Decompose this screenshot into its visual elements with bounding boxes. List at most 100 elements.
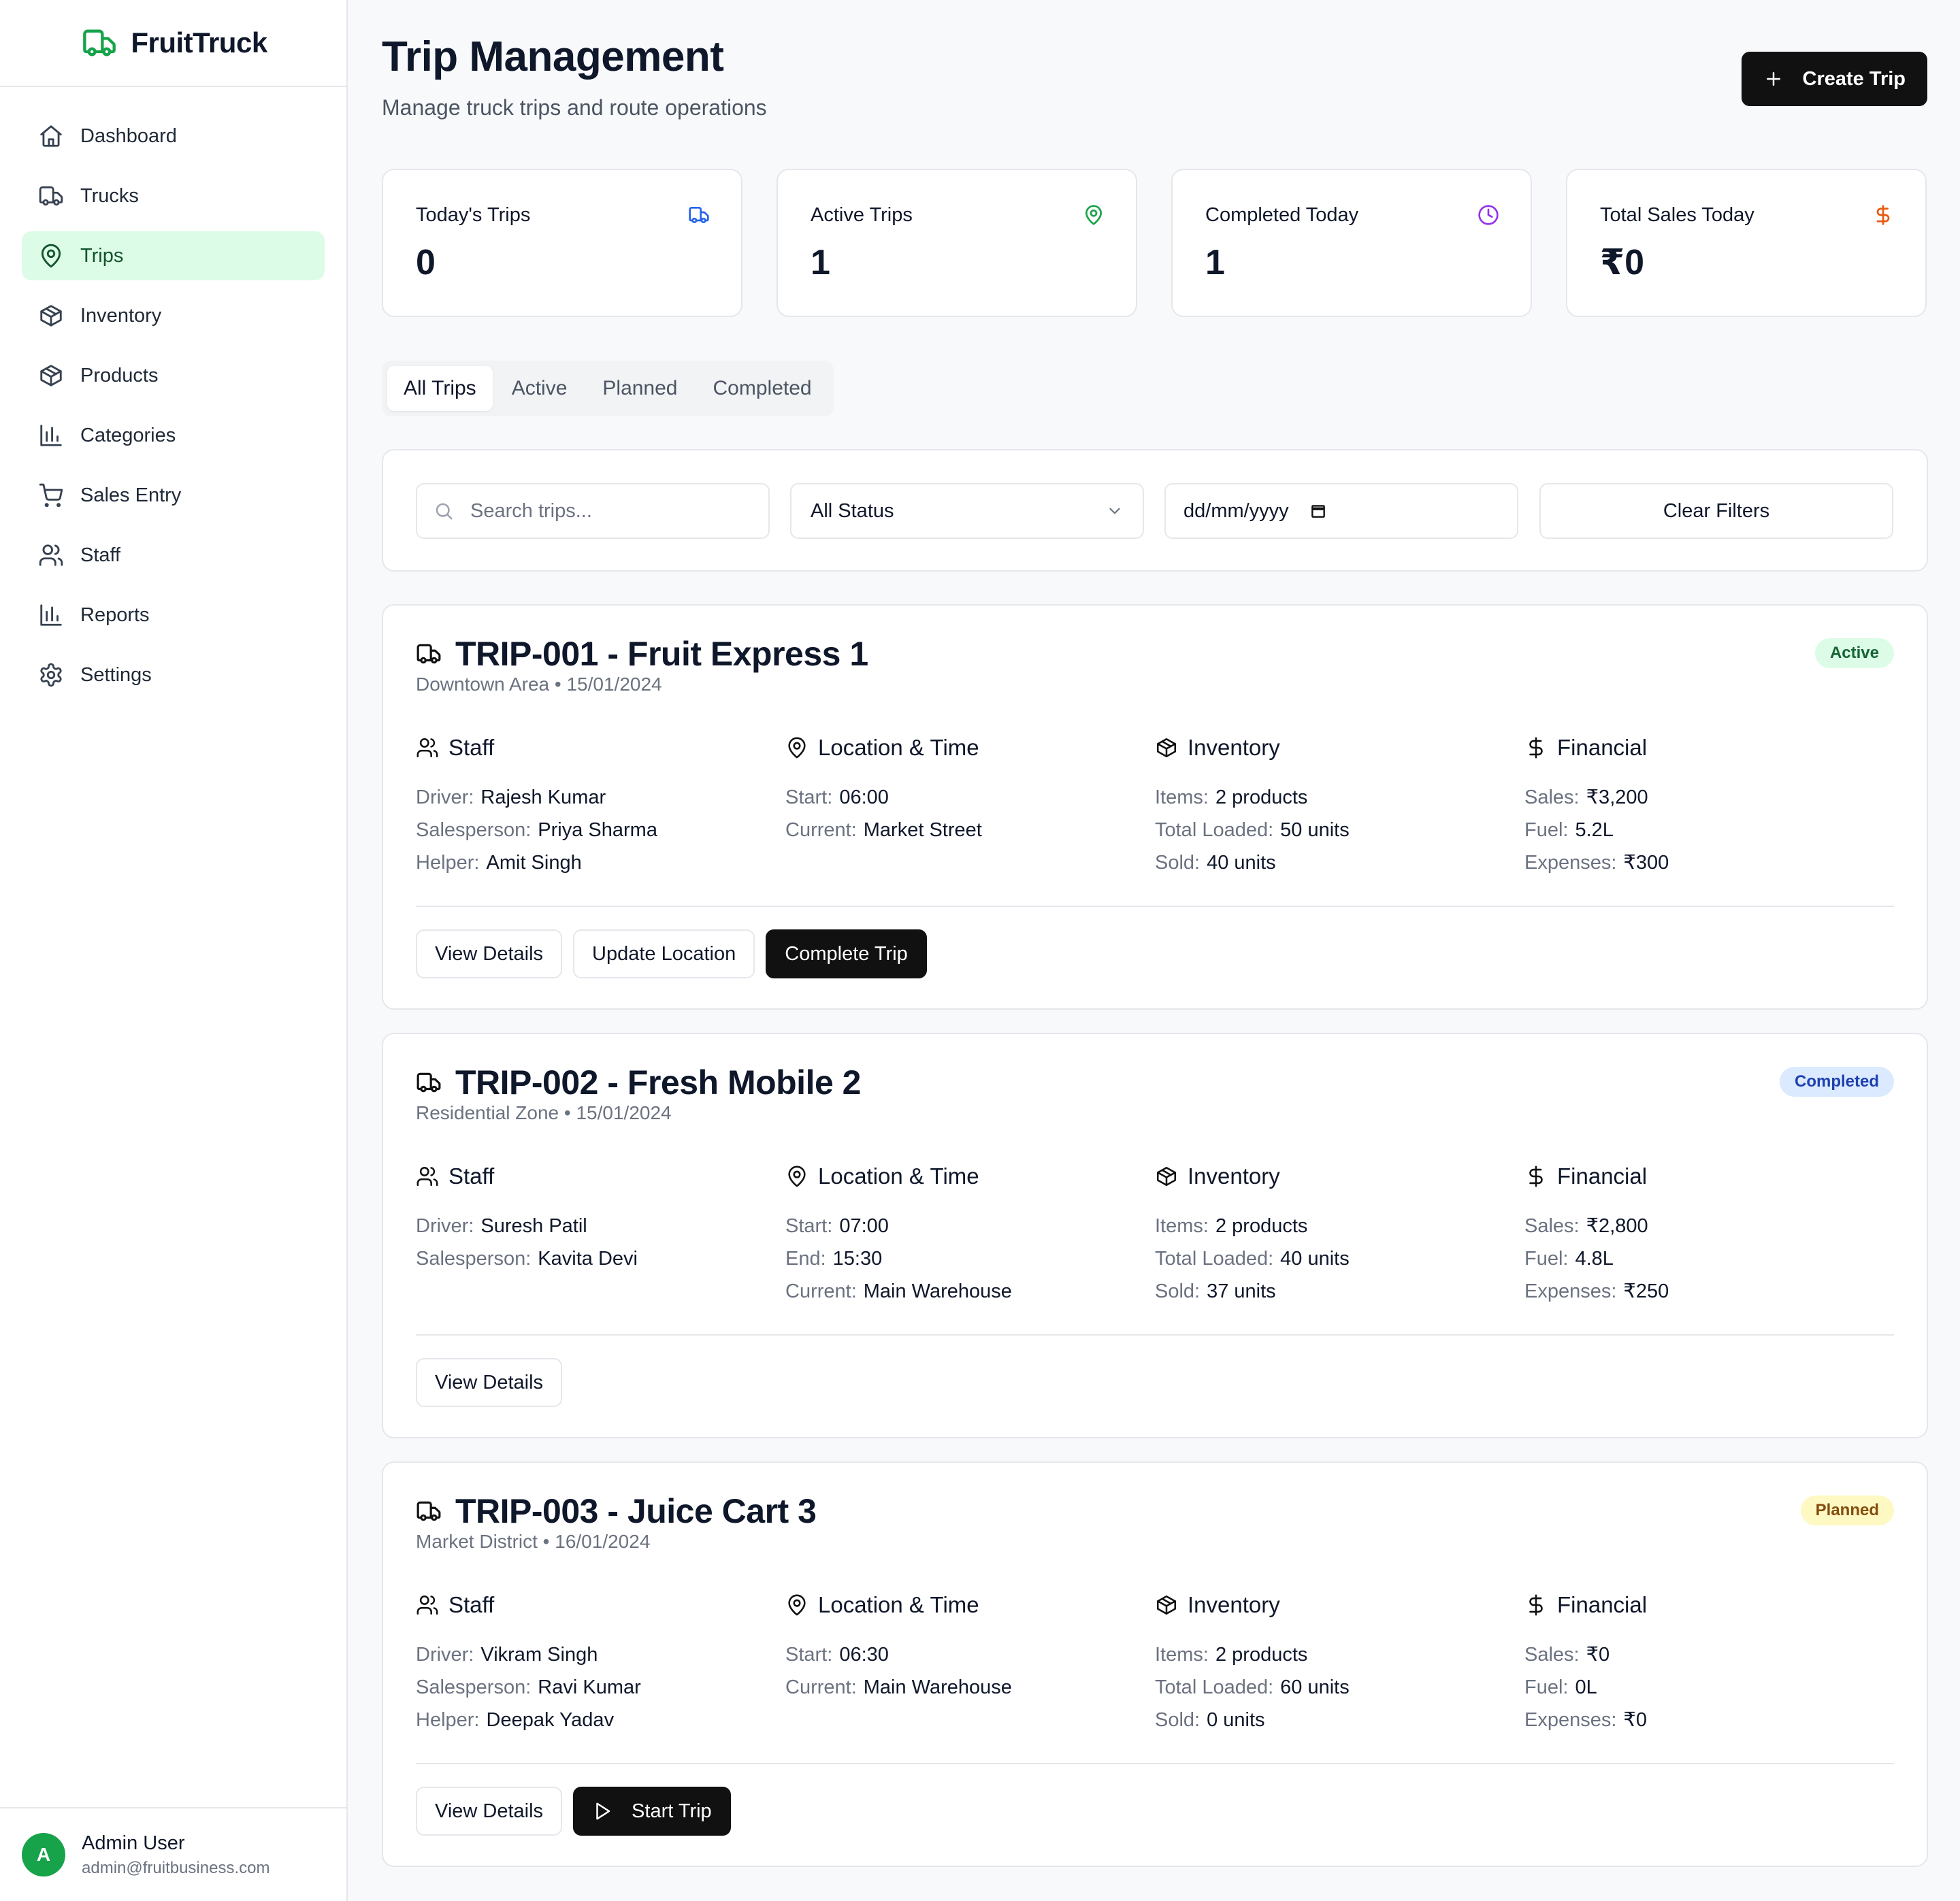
truck-icon — [416, 1070, 442, 1095]
section-title: Financial — [1557, 735, 1648, 760]
detail-value: Deepak Yadav — [486, 1709, 615, 1731]
detail-value: Market Street — [863, 819, 982, 841]
tab-active[interactable]: Active — [495, 366, 584, 411]
detail-key: Driver: — [416, 1644, 474, 1666]
date-input[interactable]: dd/mm/yyyy — [1164, 483, 1518, 539]
trip-title[interactable]: TRIP-002 - Fresh Mobile 2 — [455, 1063, 861, 1102]
stat-card-total-sales-today: Total Sales Today ₹0 — [1566, 169, 1927, 317]
detail-row: Total Loaded: 50 units — [1155, 814, 1524, 846]
package-icon — [1155, 736, 1178, 759]
view-details-button[interactable]: View Details — [416, 929, 563, 978]
detail-row: Fuel: 0L — [1524, 1671, 1894, 1704]
detail-value: 0L — [1575, 1676, 1597, 1698]
search-placeholder: Search trips... — [470, 499, 592, 522]
tab-planned[interactable]: Planned — [586, 366, 693, 411]
search-input[interactable]: Search trips... — [416, 483, 770, 539]
detail-value: ₹0 — [1623, 1709, 1648, 1731]
trip-details: Staff Driver: Vikram Singh Salesperson: Ra… — [416, 1591, 1894, 1736]
sidebar-item-categories[interactable]: Categories — [22, 411, 325, 460]
trip-subtitle: Residential Zone • 15/01/2024 — [416, 1102, 672, 1123]
sidebar-item-trips[interactable]: Trips — [22, 231, 325, 280]
detail-row: Sold: 37 units — [1155, 1275, 1524, 1308]
calendar-icon[interactable] — [1309, 502, 1327, 520]
sidebar-item-trucks[interactable]: Trucks — [22, 171, 325, 220]
view-details-button[interactable]: View Details — [416, 1358, 563, 1407]
sidebar-item-sales-entry[interactable]: Sales Entry — [22, 471, 325, 520]
sidebar-item-label: Staff — [80, 544, 121, 566]
brand[interactable]: FruitTruck — [0, 0, 346, 87]
detail-key: Start: — [785, 787, 833, 808]
map-pin-icon — [785, 1165, 808, 1188]
clear-filters-button[interactable]: Clear Filters — [1539, 483, 1893, 539]
detail-value: 4.8L — [1575, 1248, 1614, 1270]
detail-key: End: — [785, 1248, 826, 1270]
financial-section: Financial Sales: ₹3,200 Fuel: 5.2L Expense… — [1524, 733, 1894, 879]
section-title: Staff — [448, 1163, 495, 1189]
update-location-button[interactable]: Update Location — [573, 929, 755, 978]
stat-label: Completed Today — [1205, 204, 1359, 226]
section-title: Financial — [1557, 1163, 1648, 1189]
home-icon — [38, 123, 64, 149]
tab-all-trips[interactable]: All Trips — [387, 366, 493, 411]
detail-row: Salesperson: Priya Sharma — [416, 814, 785, 846]
user-profile[interactable]: A Admin User admin@fruitbusiness.com — [0, 1807, 346, 1901]
detail-row: Items: 2 products — [1155, 1638, 1524, 1671]
detail-row: Driver: Suresh Patil — [416, 1210, 785, 1242]
page-title: Trip Management — [382, 33, 724, 80]
package-icon — [1155, 1593, 1178, 1617]
status-select[interactable]: All Status — [790, 483, 1144, 539]
divider — [416, 1763, 1894, 1764]
staff-section: Staff Driver: Vikram Singh Salesperson: Ra… — [416, 1591, 785, 1736]
dollar-icon — [1872, 204, 1894, 226]
create-trip-label: Create Trip — [1802, 67, 1906, 90]
detail-key: Current: — [785, 819, 857, 841]
stat-value: 1 — [1205, 243, 1225, 282]
truck-icon — [38, 183, 64, 209]
create-trip-button[interactable]: Create Trip — [1741, 52, 1927, 106]
start-trip-button[interactable]: Start Trip — [573, 1787, 731, 1836]
user-name: Admin User — [82, 1832, 185, 1854]
sidebar-item-reports[interactable]: Reports — [22, 591, 325, 640]
section-title: Inventory — [1188, 1163, 1280, 1189]
tab-completed[interactable]: Completed — [697, 366, 828, 411]
detail-value: 15:30 — [832, 1248, 883, 1270]
sidebar-item-dashboard[interactable]: Dashboard — [22, 112, 325, 161]
stat-value: 0 — [416, 243, 436, 282]
sidebar-item-inventory[interactable]: Inventory — [22, 291, 325, 340]
detail-key: Fuel: — [1524, 1248, 1569, 1270]
detail-row: Driver: Vikram Singh — [416, 1638, 785, 1671]
clock-icon — [1477, 204, 1499, 226]
detail-row: Sales: ₹0 — [1524, 1638, 1894, 1671]
trip-header: TRIP-002 - Fresh Mobile 2 — [416, 1063, 861, 1102]
detail-key: Driver: — [416, 1215, 474, 1237]
trip-card: TRIP-002 - Fresh Mobile 2 Residential Zo… — [382, 1033, 1928, 1438]
stat-label: Today's Trips — [416, 204, 531, 226]
sidebar-item-settings[interactable]: Settings — [22, 650, 325, 699]
complete-trip-button[interactable]: Complete Trip — [766, 929, 927, 978]
stat-card-completed-today: Completed Today 1 — [1171, 169, 1532, 317]
staff-section: Staff Driver: Rajesh Kumar Salesperson: Pr… — [416, 733, 785, 879]
trip-header: TRIP-003 - Juice Cart 3 — [416, 1491, 817, 1531]
truck-icon — [688, 204, 710, 226]
trip-title[interactable]: TRIP-001 - Fruit Express 1 — [455, 634, 868, 674]
stats-row: Today's Trips 0 Active Trips 1 Completed… — [382, 169, 1927, 317]
detail-row: Fuel: 5.2L — [1524, 814, 1894, 846]
detail-key: Helper: — [416, 852, 480, 874]
detail-row: Current: Market Street — [785, 814, 1155, 846]
divider — [416, 906, 1894, 907]
status-badge: Completed — [1779, 1067, 1894, 1097]
cart-icon — [38, 482, 64, 508]
detail-key: Items: — [1155, 787, 1209, 808]
sidebar-item-staff[interactable]: Staff — [22, 531, 325, 580]
detail-key: Current: — [785, 1676, 857, 1698]
financial-section: Financial Sales: ₹2,800 Fuel: 4.8L Expense… — [1524, 1162, 1894, 1308]
detail-key: Helper: — [416, 1709, 480, 1731]
trip-title[interactable]: TRIP-003 - Juice Cart 3 — [455, 1491, 817, 1531]
status-select-value: All Status — [811, 499, 894, 522]
detail-value: Main Warehouse — [863, 1676, 1012, 1698]
sidebar-item-products[interactable]: Products — [22, 351, 325, 400]
detail-value: 06:00 — [839, 787, 889, 808]
section-title: Staff — [448, 735, 495, 760]
detail-key: Expenses: — [1524, 1709, 1617, 1731]
view-details-button[interactable]: View Details — [416, 1787, 563, 1836]
